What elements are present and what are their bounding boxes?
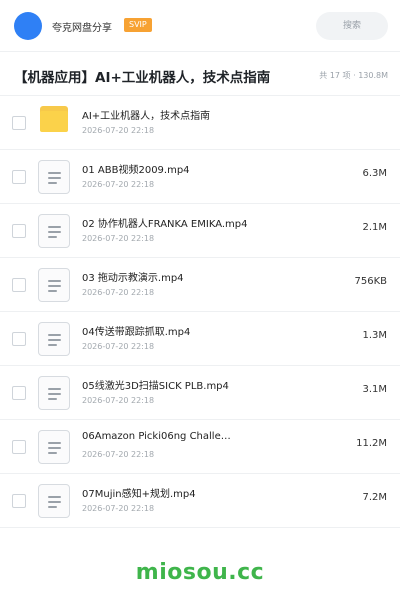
item-size: 7.2M: [362, 492, 387, 503]
item-size: 756KB: [354, 276, 387, 287]
folder-meta: 共 17 项 · 130.8M: [319, 71, 388, 80]
item-name: 04传送带跟踪抓取.mp4: [82, 327, 191, 338]
item-date: 2026-07-20 22:18: [82, 126, 155, 135]
folder-title-bar: 【机器应用】AI+工业机器人，技术点指南 共 17 项 · 130.8M: [0, 52, 400, 96]
item-name: 06Amazon Picki06ng Challe…: [82, 431, 231, 442]
item-date: 2026-07-20 22:18: [82, 396, 155, 405]
vip-badge: SVIP: [124, 18, 152, 32]
list-item[interactable]: 01 ABB视频2009.mp4 2026-07-20 22:18 6.3M: [0, 150, 400, 204]
row-checkbox[interactable]: [12, 278, 26, 292]
list-item[interactable]: 02 协作机器人FRANKA EMIKA.mp4 2026-07-20 22:1…: [0, 204, 400, 258]
search-button[interactable]: 搜索: [316, 12, 388, 40]
list-item[interactable]: 07Mujin感知+规划.mp4 2026-07-20 22:18 7.2M: [0, 474, 400, 528]
list-item-folder[interactable]: AI+工业机器人，技术点指南 2026-07-20 22:18: [0, 96, 400, 150]
watermark: miosou.cc: [135, 560, 265, 585]
list-item[interactable]: 06Amazon Picki06ng Challe… 2026-07-20 22…: [0, 420, 400, 474]
file-icon: [38, 484, 70, 518]
folder-icon: [40, 106, 68, 132]
list-item[interactable]: 05线激光3D扫描SICK PLB.mp4 2026-07-20 22:18 3…: [0, 366, 400, 420]
brand-name: 夸克网盘分享: [52, 23, 112, 34]
item-size: 1.3M: [362, 330, 387, 341]
row-checkbox[interactable]: [12, 170, 26, 184]
search-label: 搜索: [342, 21, 361, 31]
item-name: AI+工业机器人，技术点指南: [82, 111, 211, 122]
item-name: 07Mujin感知+规划.mp4: [82, 489, 196, 500]
item-size: 2.1M: [362, 222, 387, 233]
item-name: 03 拖动示教演示.mp4: [82, 273, 184, 284]
row-checkbox[interactable]: [12, 116, 26, 130]
item-date: 2026-07-20 22:18: [82, 342, 155, 351]
item-name: 05线激光3D扫描SICK PLB.mp4: [82, 381, 229, 392]
list-item[interactable]: 04传送带跟踪抓取.mp4 2026-07-20 22:18 1.3M: [0, 312, 400, 366]
row-checkbox[interactable]: [12, 494, 26, 508]
file-list: AI+工业机器人，技术点指南 2026-07-20 22:18 01 ABB视频…: [0, 96, 400, 528]
row-checkbox[interactable]: [12, 332, 26, 346]
app-header: 夸克网盘分享 SVIP 搜索: [0, 0, 400, 52]
page-title: 【机器应用】AI+工业机器人，技术点指南: [14, 70, 271, 86]
item-date: 2026-07-20 22:18: [82, 288, 155, 297]
item-size: 6.3M: [362, 168, 387, 179]
item-date: 2026-07-20 22:18: [82, 450, 155, 459]
item-date: 2026-07-20 22:18: [82, 234, 155, 243]
item-size: 3.1M: [362, 384, 387, 395]
file-icon: [38, 214, 70, 248]
item-date: 2026-07-20 22:18: [82, 180, 155, 189]
item-date: 2026-07-20 22:18: [82, 504, 155, 513]
item-size: 11.2M: [356, 438, 387, 449]
file-icon: [38, 376, 70, 410]
row-checkbox[interactable]: [12, 224, 26, 238]
avatar[interactable]: [14, 12, 42, 40]
list-item[interactable]: 03 拖动示教演示.mp4 2026-07-20 22:18 756KB: [0, 258, 400, 312]
row-checkbox[interactable]: [12, 440, 26, 454]
file-icon: [38, 430, 70, 464]
file-icon: [38, 160, 70, 194]
item-name: 01 ABB视频2009.mp4: [82, 165, 190, 176]
file-icon: [38, 268, 70, 302]
item-name: 02 协作机器人FRANKA EMIKA.mp4: [82, 219, 248, 230]
file-icon: [38, 322, 70, 356]
row-checkbox[interactable]: [12, 386, 26, 400]
